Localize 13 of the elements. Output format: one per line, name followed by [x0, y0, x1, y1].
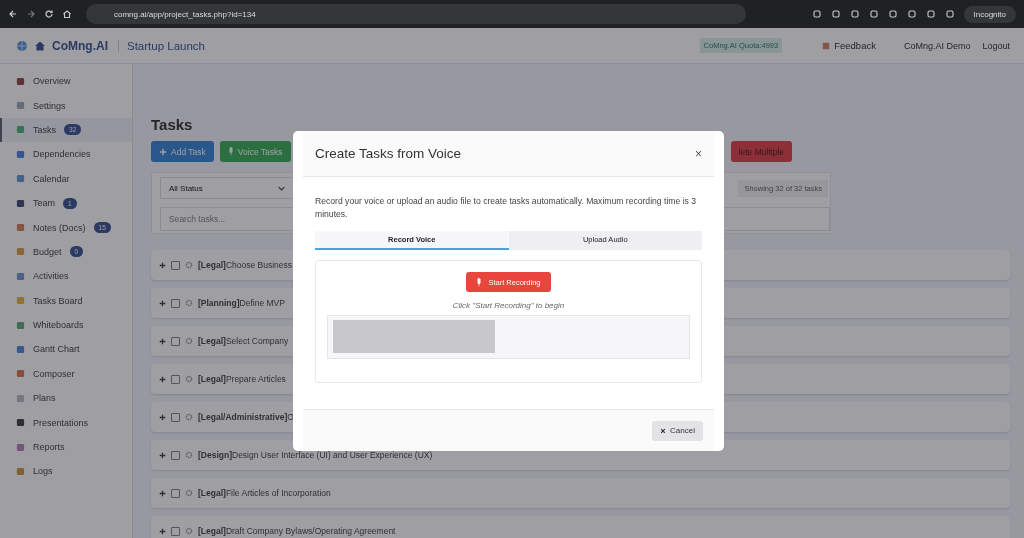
- task-title: [Legal/Administrative]O: [198, 412, 294, 422]
- page-title: Tasks: [151, 116, 194, 133]
- hint-text: Click "Start Recording" to begin: [452, 301, 565, 310]
- task-title: [Planning]Define MVP: [198, 298, 285, 308]
- task-title: [Legal]Choose Business: [198, 260, 293, 270]
- dialog-title: Create Tasks from Voice: [315, 146, 462, 161]
- task-title: [Legal]Select Company: [198, 336, 289, 346]
- task-title: [Legal]Prepare Articles: [198, 374, 286, 384]
- task-title: [Legal]File Articles of Incorporation: [198, 488, 331, 498]
- dialog-description: Record your voice or upload an audio file to create tasks automatically. Maximum recording time is 3 minutes.: [315, 195, 697, 221]
- task-title: [Design]Design User Interface (UI) and User Experience (UX): [198, 450, 433, 460]
- project-name: Startup Launch: [118, 39, 205, 52]
- task-title: [Legal]Draft Company Bylaws/Operating Agreement: [198, 526, 396, 536]
